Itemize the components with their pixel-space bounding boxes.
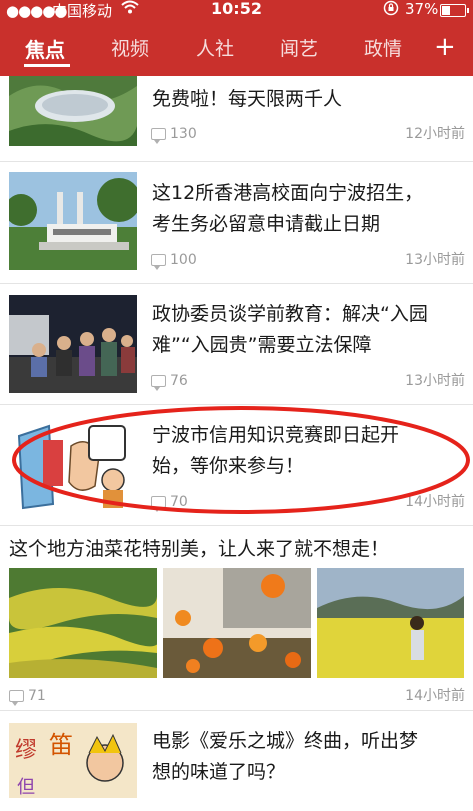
comment-count: 70 <box>151 494 188 512</box>
news-item[interactable]: 宁波市信用知识竞赛即日起开 始，等你来参与！ 70 14小时前 <box>0 405 473 526</box>
stop-sign-cartoon-icon <box>9 416 137 514</box>
cartoon-poster-icon: 缪 笛 但 <box>9 723 137 798</box>
news-title: 电影《爱乐之城》终曲，听出梦 想的味道了吗？ <box>152 726 464 788</box>
comment-count-value: 100 <box>170 252 197 268</box>
girl-in-flower-field-icon <box>317 568 464 678</box>
svg-text:缪: 缪 <box>15 738 37 763</box>
news-title-line: 考生务必留意申请截止日期 <box>152 213 381 235</box>
comment-icon <box>151 496 166 512</box>
news-title-line: 始，等你来参与！ <box>152 455 305 477</box>
orange-flowers-icon <box>163 568 311 678</box>
battery-icon <box>440 4 469 17</box>
comment-count-value: 71 <box>28 688 46 704</box>
svg-text:笛: 笛 <box>49 731 73 759</box>
news-title-line: 难”“入园贵”需要立法保障 <box>152 334 372 356</box>
tab-focus[interactable]: 焦点 <box>25 34 65 63</box>
news-title: 这个地方油菜花特别美，让人来了就不想走！ <box>9 538 390 560</box>
terraced-rapeseed-fields-icon <box>9 568 157 678</box>
news-item[interactable]: 这12所香港高校面向宁波招生， 考生务必留意申请截止日期 100 13小时前 <box>0 162 473 284</box>
comment-count: 130 <box>151 126 197 144</box>
clock: 10:52 <box>211 0 262 18</box>
university-gate-icon <box>9 172 137 270</box>
news-title: 宁波市信用知识竞赛即日起开 始，等你来参与！ <box>152 420 464 482</box>
news-title-line: 电影《爱乐之城》终曲，听出梦 <box>152 730 419 752</box>
parents-queue-night-icon <box>9 295 137 393</box>
news-title-line: 想的味道了吗？ <box>152 761 286 783</box>
news-title: 免费啦！每天限两千人 <box>152 88 343 110</box>
channel-tabs: 焦点 视频 人社 闻艺 政情 + <box>0 30 473 74</box>
comment-count: 100 <box>151 252 197 270</box>
publish-time: 14小时前 <box>405 688 465 704</box>
app-header: ●●●●● 中国移动 10:52 37% 焦点 视频 人社 闻艺 政情 + <box>0 0 473 76</box>
news-item[interactable]: 免费啦！每天限两千人 130 12小时前 <box>0 76 473 162</box>
active-tab-indicator <box>24 64 70 67</box>
news-title-line: 政协委员谈学前教育：解决“入园 <box>152 303 428 325</box>
news-title-line: 宁波市信用知识竞赛即日起开 <box>152 424 400 446</box>
tab-video[interactable]: 视频 <box>111 34 149 61</box>
svg-text:但: 但 <box>17 777 35 798</box>
news-item[interactable]: 这个地方油菜花特别美，让人来了就不想走！ 71 14小时前 <box>0 526 473 711</box>
news-title: 政协委员谈学前教育：解决“入园 难”“入园贵”需要立法保障 <box>152 299 464 361</box>
add-channel-button[interactable]: + <box>434 32 456 62</box>
tab-politics[interactable]: 政情 <box>364 34 402 61</box>
comment-count-value: 76 <box>170 373 188 389</box>
tab-culture[interactable]: 闻艺 <box>280 34 318 61</box>
comment-count-value: 70 <box>170 494 188 510</box>
publish-time: 13小时前 <box>405 252 465 268</box>
comment-icon <box>151 254 166 270</box>
news-item[interactable]: 政协委员谈学前教育：解决“入园 难”“入园贵”需要立法保障 76 13小时前 <box>0 284 473 405</box>
comment-icon <box>9 690 24 706</box>
publish-time: 12小时前 <box>405 126 465 142</box>
tab-social[interactable]: 人社 <box>196 34 234 61</box>
comment-count-value: 130 <box>170 126 197 142</box>
image-strip <box>9 568 464 678</box>
news-title-line: 这12所香港高校面向宁波招生， <box>152 182 424 204</box>
news-title: 这12所香港高校面向宁波招生， 考生务必留意申请截止日期 <box>152 178 464 240</box>
status-bar: ●●●●● 中国移动 10:52 37% <box>0 0 473 20</box>
radio-telescope-valley-icon <box>9 76 137 146</box>
publish-time: 14小时前 <box>405 494 465 510</box>
news-item[interactable]: 缪 笛 但 电影《爱乐之城》终曲，听出梦 想的味道了吗？ <box>0 711 473 811</box>
comment-icon <box>151 128 166 144</box>
publish-time: 13小时前 <box>405 373 465 389</box>
battery-percent: 37% <box>405 0 439 18</box>
comment-count: 71 <box>9 688 46 706</box>
comment-count: 76 <box>151 373 188 391</box>
comment-icon <box>151 375 166 391</box>
rotation-lock-icon <box>383 0 399 20</box>
